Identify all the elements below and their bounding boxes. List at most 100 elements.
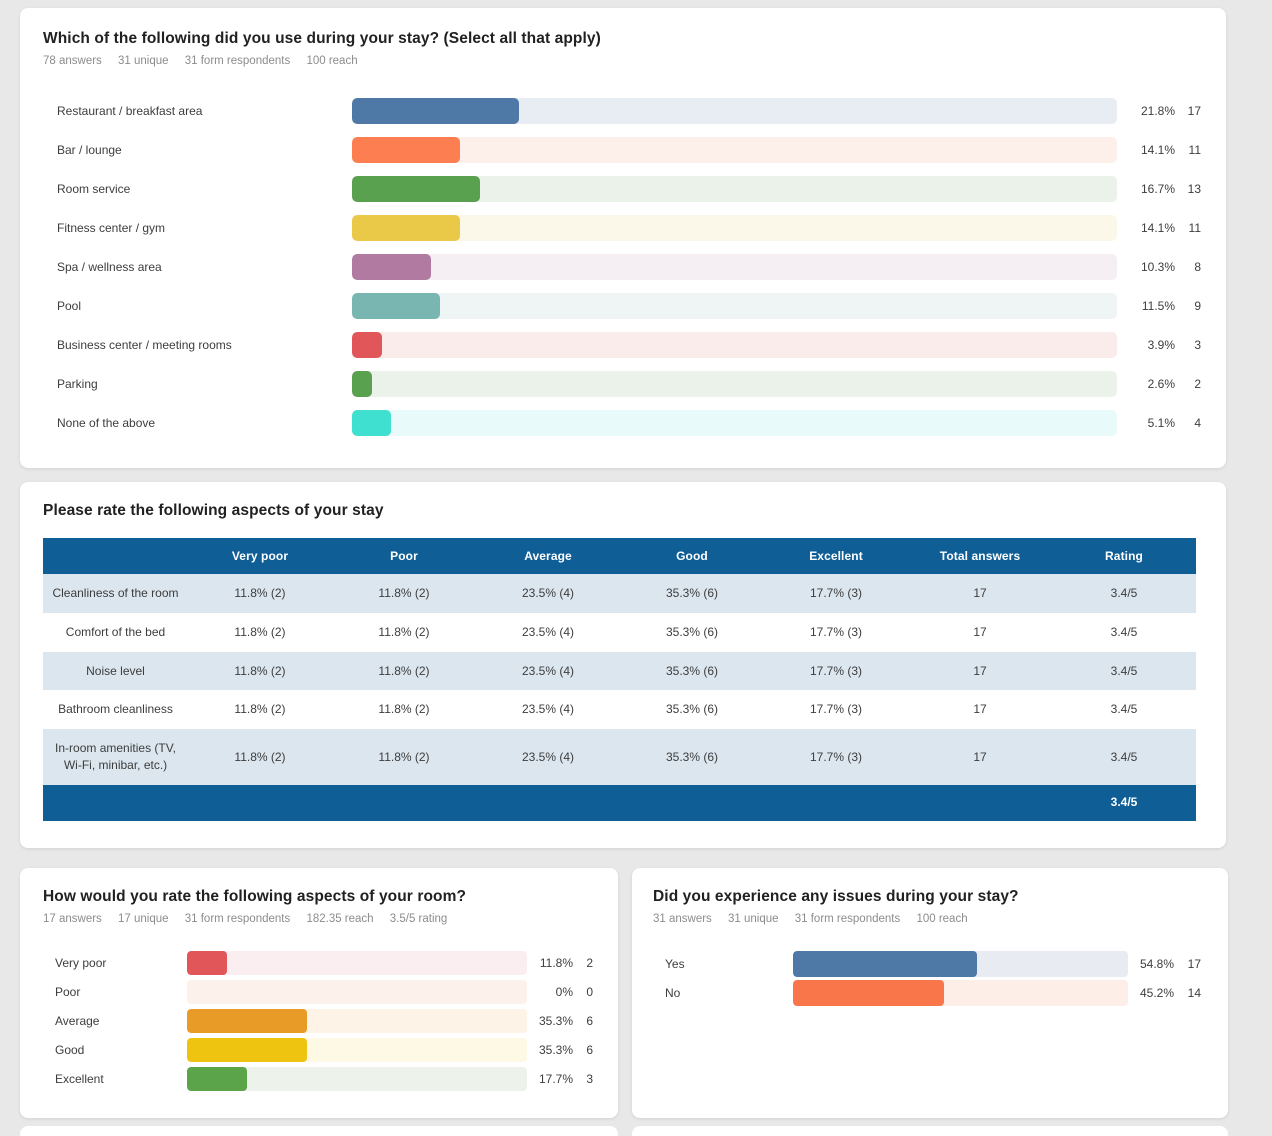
- bar-percent: 14.1%: [1117, 221, 1175, 235]
- bar-track[interactable]: [352, 371, 1117, 397]
- footer-overall-rating: 3.4/5: [1052, 785, 1196, 821]
- stat-unique: 31 unique: [728, 913, 779, 925]
- bar-fill: [187, 951, 227, 975]
- card-amenities-usage: Which of the following did you use durin…: [20, 8, 1226, 468]
- bar-count: 3: [1175, 338, 1201, 352]
- bar-percent: 11.5%: [1117, 299, 1175, 313]
- stat-respondents: 31 form respondents: [185, 55, 290, 67]
- cell-rating: 3.4/5: [1052, 652, 1196, 691]
- bar-percent: 54.8%: [1128, 957, 1174, 971]
- cell: 17.7% (3): [764, 652, 908, 691]
- bar-label: Yes: [653, 957, 793, 971]
- cell: 17.7% (3): [764, 613, 908, 652]
- bar-fill: [352, 410, 391, 436]
- bar-row-fitness: Fitness center / gym 14.1% 11: [43, 208, 1226, 247]
- bar-track[interactable]: [352, 176, 1117, 202]
- bar-fill: [352, 293, 440, 319]
- cell: 11.8% (2): [332, 613, 476, 652]
- stat-respondents: 31 form respondents: [795, 913, 900, 925]
- table-header-excellent: Excellent: [764, 538, 908, 574]
- table-row-noise: Noise level 11.8% (2) 11.8% (2) 23.5% (4…: [43, 652, 1196, 691]
- bar-track[interactable]: [352, 293, 1117, 319]
- bar-label: Business center / meeting rooms: [43, 338, 352, 352]
- footer-cell: [764, 785, 908, 821]
- cell: 17.7% (3): [764, 729, 908, 785]
- bar-row-none-of-the-above: None of the above 5.1% 4: [43, 403, 1226, 442]
- page-title: Which of the following did you use durin…: [43, 30, 1226, 48]
- stat-reach: 182.35 reach: [306, 913, 373, 925]
- stat-reach: 100 reach: [916, 913, 967, 925]
- cell-rating: 3.4/5: [1052, 729, 1196, 785]
- table-header-average: Average: [476, 538, 620, 574]
- card-issues: Did you experience any issues during you…: [632, 868, 1228, 1118]
- cell: 11.8% (2): [332, 574, 476, 613]
- bar-track[interactable]: [187, 1009, 527, 1033]
- table-row-cleanliness: Cleanliness of the room 11.8% (2) 11.8% …: [43, 574, 1196, 613]
- bar-track[interactable]: [352, 332, 1117, 358]
- bar-row-average: Average 35.3% 6: [43, 1006, 618, 1035]
- row-label: Noise level: [43, 652, 188, 691]
- bar-track[interactable]: [793, 980, 1128, 1006]
- stats-line: 78 answers 31 unique 31 form respondents…: [43, 55, 1226, 67]
- cell: 11.8% (2): [188, 574, 332, 613]
- rating-table: Very poor Poor Average Good Excellent To…: [43, 538, 1196, 821]
- bar-label: Room service: [43, 182, 352, 196]
- stat-unique: 17 unique: [118, 913, 169, 925]
- cell: 23.5% (4): [476, 729, 620, 785]
- bar-track[interactable]: [352, 410, 1117, 436]
- bar-fill: [793, 980, 944, 1006]
- bar-chart-amenities: Restaurant / breakfast area 21.8% 17 Bar…: [43, 91, 1226, 442]
- footer-cell: [476, 785, 620, 821]
- bar-track[interactable]: [352, 137, 1117, 163]
- bar-row-excellent: Excellent 17.7% 3: [43, 1064, 618, 1093]
- bar-row-business-center: Business center / meeting rooms 3.9% 3: [43, 325, 1226, 364]
- bar-track[interactable]: [352, 254, 1117, 280]
- bar-track[interactable]: [187, 1038, 527, 1062]
- row-label: Cleanliness of the room: [43, 574, 188, 613]
- bar-percent: 3.9%: [1117, 338, 1175, 352]
- bar-track[interactable]: [187, 951, 527, 975]
- bar-count: 6: [573, 1043, 593, 1057]
- bar-count: 0: [573, 985, 593, 999]
- bar-label: Fitness center / gym: [43, 221, 352, 235]
- bar-track[interactable]: [187, 1067, 527, 1091]
- cell: 23.5% (4): [476, 690, 620, 729]
- page-title: How would you rate the following aspects…: [43, 888, 618, 906]
- cell: 11.8% (2): [332, 690, 476, 729]
- bar-count: 3: [573, 1072, 593, 1086]
- cell: 23.5% (4): [476, 574, 620, 613]
- cell: 35.3% (6): [620, 729, 764, 785]
- row-label: Bathroom cleanliness: [43, 690, 188, 729]
- card-room-rating: How would you rate the following aspects…: [20, 868, 618, 1118]
- bar-row-parking: Parking 2.6% 2: [43, 364, 1226, 403]
- bar-row-bar-lounge: Bar / lounge 14.1% 11: [43, 130, 1226, 169]
- bar-count: 13: [1175, 182, 1201, 196]
- bar-track[interactable]: [187, 980, 527, 1004]
- bar-label: Parking: [43, 377, 352, 391]
- bar-track[interactable]: [793, 951, 1128, 977]
- bar-percent: 10.3%: [1117, 260, 1175, 274]
- bar-percent: 0%: [527, 985, 573, 999]
- bar-track[interactable]: [352, 215, 1117, 241]
- bar-fill: [352, 176, 480, 202]
- bar-fill: [352, 98, 519, 124]
- next-card-partial-right: [632, 1126, 1228, 1136]
- bar-count: 11: [1175, 221, 1201, 235]
- bar-row-poor: Poor 0% 0: [43, 977, 618, 1006]
- bar-row-very-poor: Very poor 11.8% 2: [43, 948, 618, 977]
- table-header-total-answers: Total answers: [908, 538, 1052, 574]
- bar-track[interactable]: [352, 98, 1117, 124]
- bar-row-yes: Yes 54.8% 17: [653, 949, 1228, 978]
- bar-count: 17: [1175, 104, 1201, 118]
- bar-count: 9: [1175, 299, 1201, 313]
- bar-label: Very poor: [43, 956, 187, 970]
- next-card-partial-left: [20, 1126, 618, 1136]
- bar-row-room-service: Room service 16.7% 13: [43, 169, 1226, 208]
- stat-unique: 31 unique: [118, 55, 169, 67]
- bar-count: 11: [1175, 143, 1201, 157]
- bar-row-no: No 45.2% 14: [653, 978, 1228, 1007]
- cell: 11.8% (2): [332, 652, 476, 691]
- bar-percent: 14.1%: [1117, 143, 1175, 157]
- footer-cell: [908, 785, 1052, 821]
- table-row-in-room-amenities: In-room amenities (TV, Wi-Fi, minibar, e…: [43, 729, 1196, 785]
